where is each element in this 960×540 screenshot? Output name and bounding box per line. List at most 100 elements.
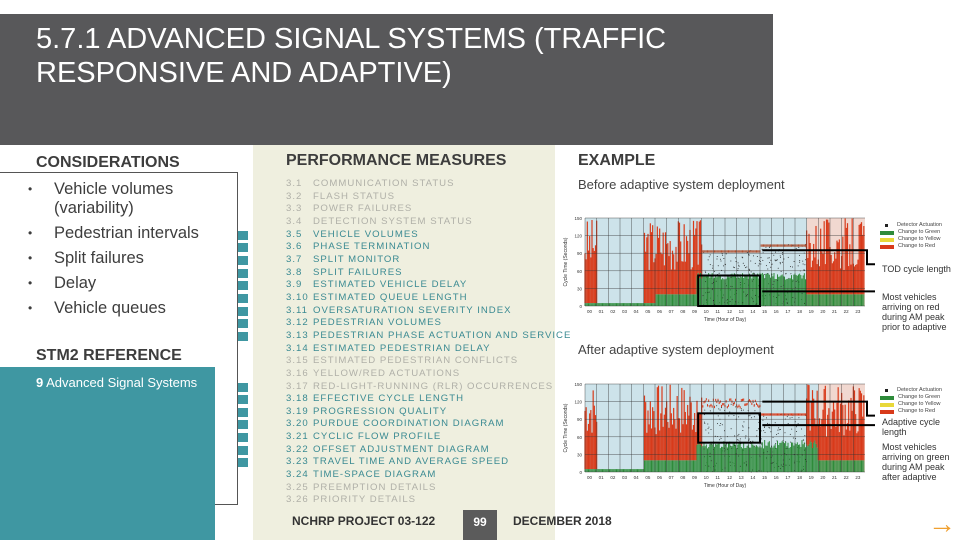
detector-dot bbox=[728, 415, 730, 417]
item-number: 3.2 bbox=[286, 190, 303, 202]
detector-dot bbox=[772, 283, 774, 285]
legend-swatch bbox=[880, 395, 894, 400]
detector-dot bbox=[799, 261, 801, 263]
detector-dot bbox=[709, 254, 711, 256]
detector-dot bbox=[760, 257, 762, 259]
detector-dot bbox=[805, 259, 807, 261]
item-label: SPLIT MONITOR bbox=[313, 253, 401, 265]
detector-dot bbox=[770, 266, 772, 268]
item-number: 3.6 bbox=[286, 241, 303, 253]
detector-dot bbox=[795, 430, 797, 432]
detector-dot bbox=[739, 440, 741, 442]
detector-dot bbox=[707, 428, 709, 430]
item-label: OFFSET ADJUSTMENT DIAGRAM bbox=[313, 443, 490, 455]
detector-dot bbox=[758, 470, 760, 472]
item-number: 3.19 bbox=[286, 405, 309, 417]
detector-dot bbox=[743, 265, 745, 267]
detector-dot bbox=[733, 414, 735, 416]
detector-dot bbox=[741, 408, 743, 410]
detector-dot bbox=[714, 270, 716, 272]
detector-dot bbox=[748, 438, 750, 440]
x-tick-label: 12 bbox=[727, 475, 733, 480]
x-tick-label: 06 bbox=[657, 309, 663, 314]
x-tick-label: 08 bbox=[680, 309, 686, 314]
detector-dot bbox=[757, 265, 759, 267]
item-number: 3.7 bbox=[286, 253, 303, 265]
detector-dot bbox=[780, 285, 782, 287]
detector-dot bbox=[737, 269, 739, 271]
detector-dot bbox=[792, 437, 794, 439]
item-label: ESTIMATED PEDESTRIAN DELAY bbox=[313, 342, 491, 354]
detector-dot bbox=[805, 459, 807, 461]
list-item: Split failures bbox=[28, 249, 208, 268]
x-tick-label: 04 bbox=[634, 475, 640, 480]
x-tick-label: 00 bbox=[587, 309, 593, 314]
detector-dot bbox=[749, 269, 751, 271]
item-label: DETECTION SYSTEM STATUS bbox=[313, 215, 473, 227]
x-tick-label: 23 bbox=[855, 309, 861, 314]
performance-item: 3.25 PREEMPTION DETAILS bbox=[286, 482, 556, 495]
item-number: 3.26 bbox=[286, 494, 309, 506]
detector-dot bbox=[791, 416, 793, 418]
detector-dot bbox=[743, 421, 745, 423]
detector-dot bbox=[792, 296, 794, 298]
legend-item: Change to Red bbox=[880, 408, 942, 415]
detector-dot bbox=[734, 435, 736, 437]
detector-dot bbox=[787, 256, 789, 258]
performance-item: 3.20 PURDUE COORDINATION DIAGRAM bbox=[238, 418, 556, 431]
x-tick-label: 19 bbox=[809, 309, 815, 314]
detector-dot bbox=[730, 428, 732, 430]
x-tick-label: 09 bbox=[692, 475, 698, 480]
item-number: 3.9 bbox=[286, 279, 303, 291]
x-tick-label: 14 bbox=[750, 475, 756, 480]
item-number: 3.16 bbox=[286, 367, 309, 379]
item-label: POWER FAILURES bbox=[313, 203, 413, 215]
detector-dot bbox=[704, 421, 706, 423]
detector-dot bbox=[735, 257, 737, 259]
arrow-right-icon[interactable]: → bbox=[928, 508, 956, 540]
detector-dot bbox=[760, 442, 762, 444]
detector-dot bbox=[790, 266, 792, 268]
detector-dot bbox=[789, 433, 791, 435]
legend-swatch bbox=[880, 230, 894, 235]
item-number: 3.3 bbox=[286, 203, 303, 215]
item-label: RED-LIGHT-RUNNING (RLR) OCCURRENCES bbox=[313, 380, 554, 392]
annotation-arriving-red: Most vehicles arriving on red during AM … bbox=[882, 292, 947, 332]
item-number: 3.21 bbox=[286, 431, 309, 443]
item-number: 3.13 bbox=[286, 329, 309, 341]
detector-dot bbox=[765, 417, 767, 419]
detector-dot bbox=[714, 435, 716, 437]
x-tick-label: 14 bbox=[750, 309, 756, 314]
detector-dot bbox=[742, 262, 744, 264]
detector-dot bbox=[736, 439, 738, 441]
detector-dot bbox=[716, 256, 718, 258]
example-heading: EXAMPLE bbox=[578, 152, 656, 169]
legend-item: Detector Actuation bbox=[880, 222, 942, 229]
detector-dot bbox=[744, 267, 746, 269]
detector-dot bbox=[756, 435, 758, 437]
before-chart: 00 01 02 03 04 05 06 07 08 09 10 11 12 13 14 15 16 17 18 19… bbox=[563, 216, 875, 323]
detector-dot bbox=[764, 278, 766, 280]
detector-dot bbox=[793, 261, 795, 263]
y-tick-label: 0 bbox=[579, 304, 582, 309]
item-label: EFFECTIVE CYCLE LENGTH bbox=[313, 393, 465, 405]
x-tick-label: 23 bbox=[855, 475, 861, 480]
y-tick-label: 60 bbox=[577, 269, 583, 274]
detector-dot bbox=[781, 261, 783, 263]
detector-dot bbox=[763, 430, 765, 432]
detector-dot bbox=[732, 266, 734, 268]
x-tick-label: 17 bbox=[785, 475, 791, 480]
detector-dot bbox=[756, 303, 758, 305]
detector-dot bbox=[720, 260, 722, 262]
detector-dot bbox=[710, 460, 712, 462]
detector-dot bbox=[784, 453, 786, 455]
detector-dot bbox=[801, 428, 803, 430]
detector-dot bbox=[780, 256, 782, 258]
list-item: Pedestrian intervals bbox=[28, 224, 208, 243]
item-label: OVERSATURATION SEVERITY INDEX bbox=[313, 304, 512, 316]
legend-item: Change to Yellow bbox=[880, 401, 942, 408]
detector-dot bbox=[752, 401, 754, 403]
detector-dot bbox=[716, 405, 718, 407]
detector-dot bbox=[765, 265, 767, 267]
detector-dot bbox=[795, 438, 797, 440]
